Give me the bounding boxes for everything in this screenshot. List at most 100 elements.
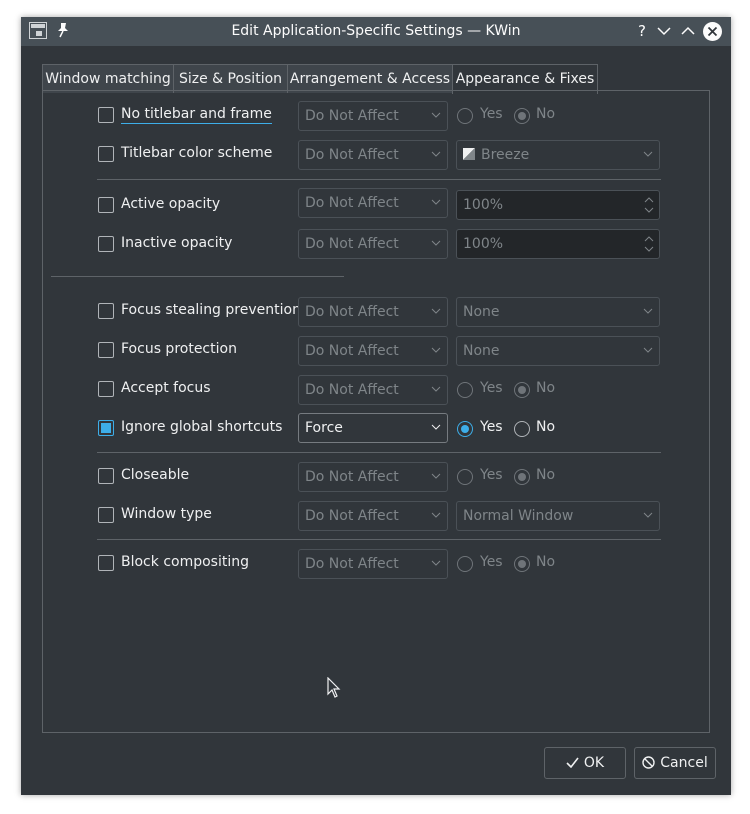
chevron-down-icon: [431, 347, 441, 353]
chevron-down-icon: [643, 308, 653, 314]
separator: [51, 276, 344, 277]
no-titlebar-policy-value: Do Not Affect: [305, 108, 399, 124]
active-opacity-checkbox[interactable]: [98, 197, 114, 213]
chevron-down-icon: [431, 560, 441, 566]
block-compositing-checkbox[interactable]: [98, 555, 114, 571]
window-title: Edit Application-Specific Settings — KWi…: [231, 23, 521, 39]
chevron-down-icon: [431, 199, 441, 205]
inactive-opacity-policy-select[interactable]: Do Not Affect: [298, 229, 448, 259]
accept-focus-policy-value: Do Not Affect: [305, 382, 399, 398]
accept-focus-no-radio[interactable]: [514, 382, 530, 398]
chevron-down-icon: [431, 112, 441, 118]
ok-button[interactable]: OK: [544, 747, 626, 779]
active-opacity-policy-select[interactable]: Do Not Affect: [298, 188, 448, 218]
titlebar: Edit Application-Specific Settings — KWi…: [21, 17, 731, 46]
tab-panel: [42, 90, 710, 733]
active-opacity-spinbox[interactable]: 100%: [456, 190, 660, 220]
window-type-policy-value: Do Not Affect: [305, 508, 399, 524]
no-titlebar-label: No titlebar and frame: [121, 106, 272, 124]
ignore-shortcuts-no-radio[interactable]: [514, 421, 530, 437]
ignore-shortcuts-no-label: No: [536, 419, 556, 435]
window-type-select[interactable]: Normal Window: [456, 501, 660, 531]
close-icon[interactable]: [703, 22, 722, 41]
focus-protection-level-select[interactable]: None: [456, 336, 660, 366]
cancel-button[interactable]: Cancel: [634, 747, 716, 779]
active-opacity-label: Active opacity: [121, 196, 221, 212]
closeable-yes-radio[interactable]: [457, 469, 473, 485]
closeable-no-radio[interactable]: [514, 469, 530, 485]
tab-window-matching[interactable]: Window matching: [42, 64, 174, 93]
active-opacity-value: 100%: [463, 197, 504, 213]
ok-label: OK: [583, 755, 605, 771]
maximize-icon[interactable]: [679, 22, 697, 40]
active-opacity-policy-value: Do Not Affect: [305, 195, 399, 211]
window-type-label: Window type: [121, 506, 212, 522]
block-compositing-yes-label: Yes: [480, 554, 503, 570]
window-type-policy-select[interactable]: Do Not Affect: [298, 501, 448, 531]
focus-stealing-level-value: None: [463, 304, 500, 320]
separator: [97, 539, 661, 540]
chevron-down-icon: [431, 240, 441, 246]
chevron-down-icon: [431, 473, 441, 479]
accept-focus-policy-select[interactable]: Do Not Affect: [298, 375, 448, 405]
block-compositing-no-radio[interactable]: [514, 556, 530, 572]
ignore-shortcuts-policy-value: Force: [305, 420, 343, 436]
ignore-shortcuts-yes-radio[interactable]: [457, 421, 473, 437]
focus-stealing-label: Focus stealing prevention: [121, 302, 301, 318]
closeable-policy-select[interactable]: Do Not Affect: [298, 462, 448, 492]
tab-size-position[interactable]: Size & Position: [173, 64, 288, 93]
cancel-icon: [642, 756, 655, 769]
no-titlebar-yes-radio[interactable]: [457, 108, 473, 124]
color-swatch-icon: [463, 148, 475, 160]
minimize-icon[interactable]: [655, 22, 673, 40]
block-compositing-policy-select[interactable]: Do Not Affect: [298, 549, 448, 579]
focus-protection-checkbox[interactable]: [98, 342, 114, 358]
ignore-shortcuts-policy-select[interactable]: Force: [298, 413, 448, 443]
inactive-opacity-spinbox[interactable]: 100%: [456, 229, 660, 259]
closeable-yes-label: Yes: [480, 467, 503, 483]
accept-focus-yes-label: Yes: [480, 380, 503, 396]
chevron-down-icon: [431, 512, 441, 518]
ignore-shortcuts-checkbox[interactable]: [98, 420, 114, 436]
spin-arrows-icon[interactable]: [644, 235, 654, 253]
color-scheme-value: Breeze: [481, 147, 530, 163]
no-titlebar-checkbox[interactable]: [98, 107, 114, 123]
focus-stealing-policy-select[interactable]: Do Not Affect: [298, 297, 448, 327]
chevron-down-icon: [431, 386, 441, 392]
focus-protection-policy-select[interactable]: Do Not Affect: [298, 336, 448, 366]
focus-protection-label: Focus protection: [121, 341, 237, 357]
focus-stealing-policy-value: Do Not Affect: [305, 304, 399, 320]
inactive-opacity-value: 100%: [463, 236, 504, 252]
mouse-cursor-icon: [327, 677, 341, 698]
closeable-checkbox[interactable]: [98, 468, 114, 484]
chevron-down-icon: [431, 424, 441, 430]
focus-stealing-checkbox[interactable]: [98, 303, 114, 319]
window-type-checkbox[interactable]: [98, 507, 114, 523]
titlebar-color-checkbox[interactable]: [98, 146, 114, 162]
no-titlebar-no-radio[interactable]: [514, 108, 530, 124]
spin-arrows-icon[interactable]: [644, 196, 654, 214]
titlebar-color-policy-select[interactable]: Do Not Affect: [298, 140, 448, 170]
tab-arrangement-access[interactable]: Arrangement & Access: [287, 64, 453, 93]
cancel-label: Cancel: [660, 755, 708, 771]
no-titlebar-yes-label: Yes: [480, 106, 503, 122]
dialog-window: Edit Application-Specific Settings — KWi…: [21, 17, 731, 795]
inactive-opacity-checkbox[interactable]: [98, 236, 114, 252]
window-type-value: Normal Window: [463, 508, 574, 524]
checkmark-icon: [566, 757, 579, 769]
accept-focus-yes-radio[interactable]: [457, 382, 473, 398]
help-button[interactable]: ?: [633, 22, 651, 40]
ignore-shortcuts-yes-label: Yes: [480, 419, 503, 435]
closeable-no-label: No: [536, 467, 556, 483]
chevron-down-icon: [431, 308, 441, 314]
titlebar-color-policy-value: Do Not Affect: [305, 147, 399, 163]
block-compositing-yes-radio[interactable]: [457, 556, 473, 572]
focus-stealing-level-select[interactable]: None: [456, 297, 660, 327]
no-titlebar-policy-select[interactable]: Do Not Affect: [298, 101, 448, 131]
chevron-down-icon: [431, 151, 441, 157]
chevron-down-icon: [643, 512, 653, 518]
block-compositing-label: Block compositing: [121, 554, 249, 570]
color-scheme-select[interactable]: Breeze: [456, 140, 660, 170]
focus-protection-level-value: None: [463, 343, 500, 359]
accept-focus-checkbox[interactable]: [98, 381, 114, 397]
